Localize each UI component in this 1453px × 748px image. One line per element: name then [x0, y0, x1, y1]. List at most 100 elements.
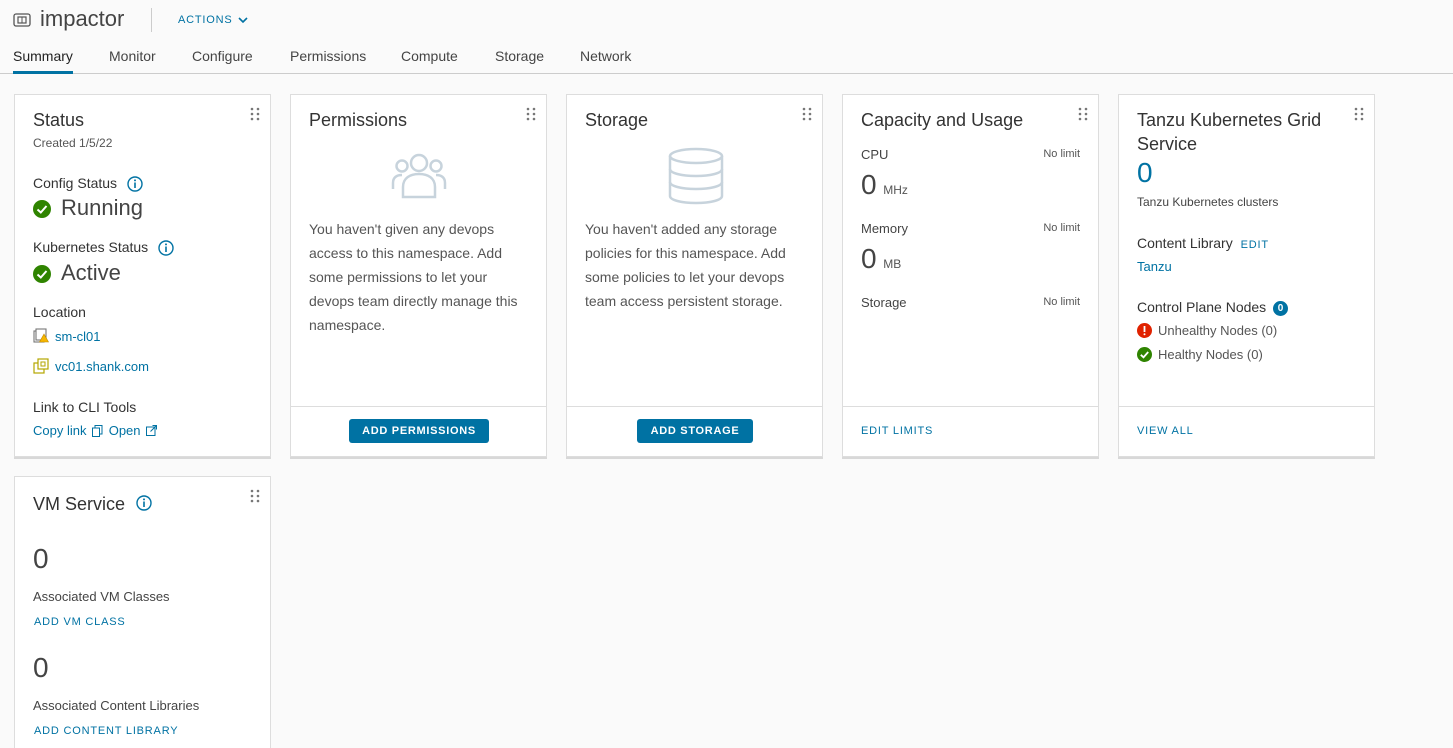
tab-summary[interactable]: Summary — [13, 48, 73, 74]
copy-link[interactable]: Copy link — [33, 423, 86, 438]
tab-storage[interactable]: Storage — [495, 48, 544, 74]
cli-tools-label: Link to CLI Tools — [33, 399, 137, 415]
vm-classes-count: 0 — [33, 543, 49, 574]
drag-handle-icon[interactable] — [250, 107, 260, 121]
control-plane-label: Control Plane Nodes — [1137, 299, 1267, 315]
tab-monitor[interactable]: Monitor — [109, 48, 156, 74]
memory-limit: No limit — [1043, 222, 1080, 234]
healthy-nodes-label: Healthy Nodes (0) — [1158, 347, 1263, 362]
storage-empty-message: You haven't added any storage policies f… — [585, 221, 786, 309]
tab-network[interactable]: Network — [580, 48, 631, 74]
actions-label: ACTIONS — [178, 14, 233, 26]
add-vm-class-link[interactable]: ADD VM CLASS — [34, 616, 126, 628]
tkg-service-card: Tanzu Kubernetes Grid Service 0 Tanzu Ku… — [1118, 94, 1375, 457]
add-storage-button[interactable]: ADD STORAGE — [637, 419, 753, 443]
content-library-row: Content Library EDIT — [1137, 235, 1269, 251]
page-header: impactor ACTIONS — [0, 0, 1453, 40]
database-icon — [668, 147, 724, 205]
tab-bar: Summary Monitor Configure Permissions Co… — [0, 44, 1453, 74]
memory-unit: MB — [883, 257, 902, 271]
vm-service-title-row: VM Service — [33, 494, 152, 515]
cluster-link[interactable]: sm-cl01 — [55, 329, 101, 344]
chevron-down-icon — [237, 16, 248, 23]
tkg-card-footer: VIEW ALL — [1119, 406, 1374, 456]
cpu-label: CPU — [861, 147, 889, 162]
namespace-title: impactor — [40, 6, 125, 31]
unhealthy-nodes-label: Unhealthy Nodes (0) — [1158, 323, 1278, 338]
cpu-unit: MHz — [883, 183, 908, 197]
vcenter-icon — [33, 358, 49, 374]
vm-classes-label: Associated VM Classes — [33, 589, 170, 604]
k8s-status-label: Kubernetes Status — [33, 239, 149, 255]
content-libraries-count: 0 — [33, 652, 49, 683]
capacity-card: Capacity and Usage CPU No limit 0 MHz Me… — [842, 94, 1099, 457]
cpu-limit: No limit — [1043, 148, 1080, 160]
vcenter-link[interactable]: vc01.shank.com — [55, 359, 149, 374]
users-icon — [391, 153, 447, 199]
storage-card-footer: ADD STORAGE — [567, 406, 822, 456]
drag-handle-icon[interactable] — [1078, 107, 1088, 121]
permissions-card-title: Permissions — [309, 110, 408, 130]
permissions-card-footer: ADD PERMISSIONS — [291, 406, 546, 456]
storage-limit: No limit — [1043, 296, 1080, 308]
tab-permissions[interactable]: Permissions — [290, 48, 366, 74]
actions-menu-button[interactable]: ACTIONS — [178, 14, 248, 26]
location-label: Location — [33, 304, 86, 320]
k8s-status-row: Kubernetes Status — [33, 239, 174, 256]
control-plane-count-badge: 0 — [1273, 301, 1289, 316]
vm-service-card: VM Service 0 Associated VM Classes ADD V… — [14, 476, 271, 748]
cluster-warning-icon — [33, 328, 49, 343]
drag-handle-icon[interactable] — [250, 489, 260, 503]
memory-label: Memory — [861, 221, 908, 236]
config-status-value: Running — [61, 195, 143, 220]
vm-service-card-title: VM Service — [33, 494, 126, 514]
tab-compute[interactable]: Compute — [401, 48, 458, 74]
content-library-label: Content Library — [1137, 235, 1233, 251]
permissions-card: Permissions You haven't given any devops… — [290, 94, 547, 457]
running-status-icon — [33, 200, 51, 218]
capacity-card-footer: EDIT LIMITS — [843, 406, 1098, 456]
header-divider — [151, 8, 152, 32]
status-card: Status Created 1/5/22 Config Status Runn… — [14, 94, 271, 457]
tab-configure[interactable]: Configure — [192, 48, 253, 74]
external-link-icon[interactable] — [146, 424, 158, 436]
status-card-title: Status — [33, 110, 85, 130]
cpu-value: 0 — [861, 169, 877, 200]
storage-card-title: Storage — [585, 110, 649, 130]
tkg-clusters-label: Tanzu Kubernetes clusters — [1137, 195, 1279, 209]
copy-icon[interactable] — [92, 425, 103, 437]
edit-limits-link[interactable]: EDIT LIMITS — [861, 425, 933, 437]
cli-links-row: Copy link Open — [33, 423, 158, 438]
info-icon[interactable] — [136, 495, 152, 511]
view-all-link[interactable]: VIEW ALL — [1137, 425, 1194, 437]
control-plane-row: Control Plane Nodes 0 — [1137, 299, 1289, 316]
k8s-status-value: Active — [61, 260, 121, 285]
info-icon[interactable] — [158, 240, 174, 256]
tkg-cluster-count[interactable]: 0 — [1137, 157, 1153, 189]
cpu-usage: 0 MHz — [861, 169, 908, 201]
content-library-edit-link[interactable]: EDIT — [1241, 239, 1269, 251]
content-library-value[interactable]: Tanzu — [1137, 259, 1172, 274]
tkg-card-title: Tanzu Kubernetes Grid Service — [1137, 110, 1322, 154]
drag-handle-icon[interactable] — [1354, 107, 1364, 121]
config-status-label: Config Status — [33, 175, 118, 191]
open-link[interactable]: Open — [109, 423, 141, 438]
content-libraries-label: Associated Content Libraries — [33, 698, 200, 713]
info-icon[interactable] — [127, 176, 143, 192]
active-status-icon — [33, 265, 51, 283]
config-status-row: Config Status — [33, 175, 143, 192]
capacity-card-title: Capacity and Usage — [861, 110, 1024, 130]
drag-handle-icon[interactable] — [802, 107, 812, 121]
drag-handle-icon[interactable] — [526, 107, 536, 121]
memory-value: 0 — [861, 243, 877, 274]
error-icon — [1137, 323, 1152, 338]
memory-usage: 0 MB — [861, 243, 901, 275]
storage-card: Storage You haven't added any storage po… — [566, 94, 823, 457]
namespace-icon — [13, 13, 31, 27]
permissions-empty-message: You haven't given any devops access to t… — [309, 221, 518, 333]
add-permissions-button[interactable]: ADD PERMISSIONS — [349, 419, 489, 443]
add-content-library-link[interactable]: ADD CONTENT LIBRARY — [34, 725, 178, 737]
created-date: Created 1/5/22 — [33, 136, 113, 150]
storage-label: Storage — [861, 295, 907, 310]
success-icon — [1137, 347, 1152, 362]
